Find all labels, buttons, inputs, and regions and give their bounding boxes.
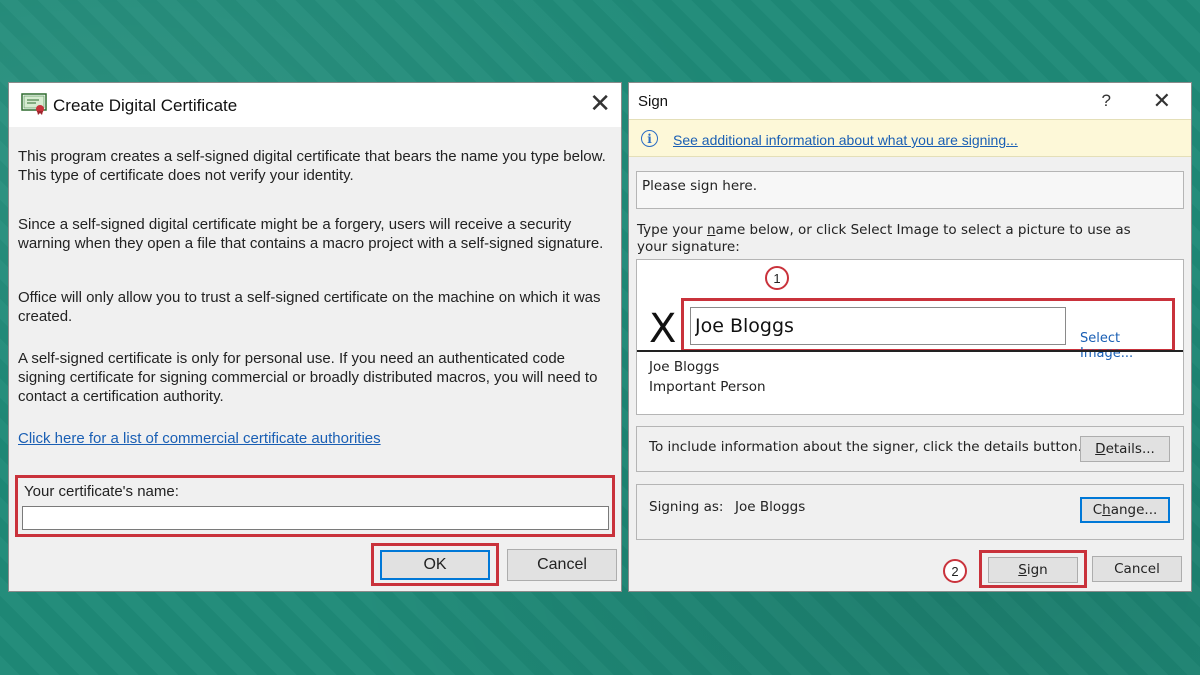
close-icon[interactable]: ✕ [589, 90, 611, 116]
signature-x-mark: X [649, 306, 677, 352]
description-paragraph: This program creates a self-signed digit… [18, 148, 606, 184]
signer-title: Important Person [649, 379, 766, 395]
cancel-button[interactable]: Cancel [507, 549, 617, 581]
details-text: To include information about the signer,… [649, 439, 1082, 455]
signature-area: 1 X Select Image... Joe Bloggs Important… [636, 259, 1184, 415]
certificate-name-highlight: Your certificate's name: [15, 475, 615, 537]
additional-info-link[interactable]: See additional information about what yo… [673, 132, 1018, 148]
cancel-button[interactable]: Cancel [1092, 556, 1182, 582]
create-digital-certificate-dialog: Create Digital Certificate ✕ This progra… [8, 82, 622, 592]
dialog-titlebar: Create Digital Certificate ✕ [9, 83, 621, 127]
ok-button-highlight: OK [371, 543, 499, 586]
signature-input[interactable] [690, 307, 1066, 345]
certificate-name-input[interactable] [22, 506, 609, 530]
ok-button[interactable]: OK [380, 550, 490, 580]
signing-as-name: Joe Bloggs [735, 499, 806, 515]
step-marker-2: 2 [943, 559, 967, 583]
signature-input-highlight: Select Image... [681, 298, 1175, 361]
signing-as-label: Signing as: [649, 499, 724, 515]
certificate-icon [21, 93, 47, 115]
dialog-title: Create Digital Certificate [53, 96, 238, 115]
info-bar: i See additional information about what … [629, 119, 1191, 157]
personal-use-paragraph: A self-signed certificate is only for pe… [18, 350, 598, 405]
certificate-authorities-link[interactable]: Click here for a list of commercial cert… [18, 430, 381, 447]
select-image-link[interactable]: Select Image... [1080, 331, 1172, 361]
sign-purpose-text: Please sign here. [642, 178, 758, 194]
dialog-titlebar: Sign ? ✕ [629, 83, 1191, 119]
signer-details-box: To include information about the signer,… [636, 426, 1184, 472]
sign-dialog: Sign ? ✕ i See additional information ab… [628, 82, 1192, 592]
certificate-name-label: Your certificate's name: [24, 483, 179, 500]
sign-button[interactable]: Sign [988, 557, 1078, 583]
sign-purpose-box: Please sign here. [636, 171, 1184, 209]
instructions-text: Type your name below, or click Select Im… [637, 222, 1131, 255]
details-button[interactable]: Details... [1080, 436, 1170, 462]
change-button[interactable]: Ch ange... [1080, 497, 1170, 523]
sign-button-highlight: Sign [979, 550, 1087, 588]
signer-name: Joe Bloggs [649, 359, 720, 375]
close-icon[interactable]: ✕ [1153, 88, 1171, 114]
dialog-title: Sign [638, 93, 669, 110]
signature-line [637, 350, 1183, 352]
help-icon[interactable]: ? [1102, 91, 1111, 111]
info-icon: i [641, 130, 658, 147]
step-marker-1: 1 [765, 266, 789, 290]
signing-as-box: Signing as: Joe Bloggs Ch ange... [636, 484, 1184, 540]
trust-paragraph: Office will only allow you to trust a se… [18, 289, 601, 325]
warning-paragraph: Since a self-signed digital certificate … [18, 216, 604, 252]
